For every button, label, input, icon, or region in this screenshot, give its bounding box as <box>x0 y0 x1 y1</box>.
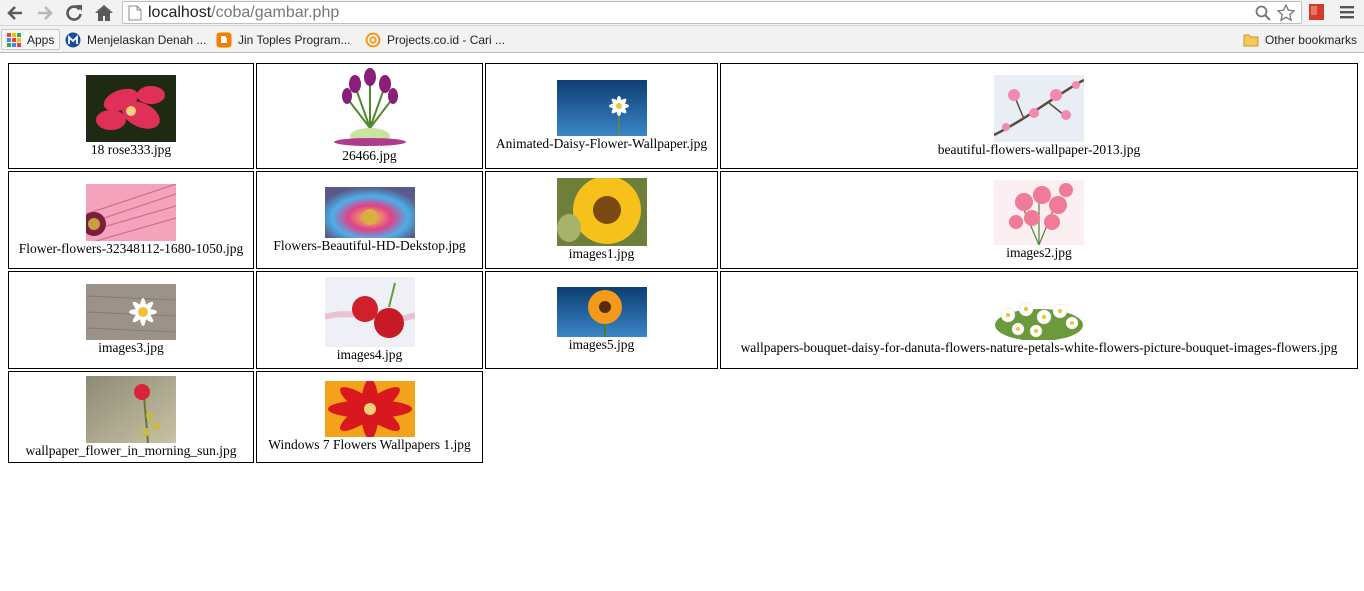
image-thumbnail <box>556 178 647 246</box>
gallery-cell: Windows 7 Flowers Wallpapers 1.jpg <box>256 371 483 463</box>
gallery-cell: wallpaper_flower_in_morning_sun.jpg <box>8 371 254 463</box>
image-filename: 26466.jpg <box>342 148 397 163</box>
gallery-cell: images2.jpg <box>720 171 1358 269</box>
gallery-cell: beautiful-flowers-wallpaper-2013.jpg <box>720 63 1358 169</box>
bookmark-label: Menjelaskan Denah ... <box>87 32 207 47</box>
table-row: 18 rose333.jpg 26466.jpg Animated-Daisy-… <box>8 63 1358 169</box>
image-thumbnail <box>556 287 647 337</box>
image-filename: images5.jpg <box>568 337 635 352</box>
home-icon[interactable] <box>93 2 115 24</box>
image-filename: Flowers-Beautiful-HD-Dekstop.jpg <box>273 237 466 253</box>
bookmark-star-icon[interactable] <box>1277 4 1295 22</box>
gallery-cell: images5.jpg <box>485 271 718 369</box>
image-gallery-table: 18 rose333.jpg 26466.jpg Animated-Daisy-… <box>6 61 1360 465</box>
image-thumbnail <box>86 183 176 241</box>
image-filename: Windows 7 Flowers Wallpapers 1.jpg <box>268 437 471 452</box>
image-filename: wallpaper_flower_in_morning_sun.jpg <box>25 442 237 458</box>
reload-icon[interactable] <box>63 2 85 24</box>
url-path: /coba/gambar.php <box>211 4 340 21</box>
image-filename: images4.jpg <box>336 347 403 362</box>
bookmark-label: Jin Toples Program... <box>238 32 351 47</box>
image-thumbnail <box>324 381 415 437</box>
bookmark-label: Projects.co.id - Cari ... <box>387 32 506 47</box>
browser-toolbar: localhost/coba/gambar.php <box>0 0 1364 26</box>
image-filename: images2.jpg <box>1006 244 1072 260</box>
search-icon[interactable] <box>1255 5 1271 21</box>
table-row: wallpaper_flower_in_morning_sun.jpg Wind… <box>8 371 1358 463</box>
bookmark-other-folder[interactable]: Other bookmarks <box>1243 29 1357 50</box>
back-arrow-icon[interactable] <box>4 2 26 24</box>
image-thumbnail <box>86 375 176 443</box>
image-thumbnail <box>994 284 1084 340</box>
image-thumbnail <box>994 74 1084 142</box>
image-filename: Flower-flowers-32348112-1680-1050.jpg <box>18 240 244 256</box>
image-thumbnail <box>324 277 415 347</box>
image-filename: images1.jpg <box>568 246 635 261</box>
forward-arrow-icon[interactable] <box>34 2 56 24</box>
apps-grid-icon <box>7 32 21 47</box>
bookmark-projects-co-id[interactable]: Projects.co.id - Cari ... <box>365 29 505 50</box>
blogger-icon <box>216 32 232 47</box>
m-logo-icon <box>65 32 81 47</box>
image-thumbnail <box>556 80 647 136</box>
url-text: localhost/coba/gambar.php <box>148 3 339 23</box>
hamburger-menu-icon[interactable] <box>1339 4 1355 20</box>
gallery-cell: wallpapers-bouquet-daisy-for-danuta-flow… <box>720 271 1358 369</box>
image-thumbnail <box>86 284 176 340</box>
bookmark-label: Other bookmarks <box>1264 32 1357 47</box>
gallery-cell: images4.jpg <box>256 271 483 369</box>
table-row: images3.jpg images4.jpg images5.jpg wall… <box>8 271 1358 369</box>
image-thumbnail <box>994 179 1084 245</box>
gallery-cell: images3.jpg <box>8 271 254 369</box>
address-bar[interactable]: localhost/coba/gambar.php <box>122 1 1302 24</box>
bookmarks-bar: Apps Menjelaskan Denah ... Jin Toples Pr… <box>0 26 1364 53</box>
gallery-cell: Animated-Daisy-Flower-Wallpaper.jpg <box>485 63 718 169</box>
table-row: Flower-flowers-32348112-1680-1050.jpg Fl… <box>8 171 1358 269</box>
gallery-cell: Flower-flowers-32348112-1680-1050.jpg <box>8 171 254 269</box>
image-filename: 18 rose333.jpg <box>90 141 172 157</box>
folder-icon <box>1243 34 1259 46</box>
projects-logo-icon <box>365 32 381 47</box>
extension-icon[interactable] <box>1308 3 1325 21</box>
image-filename: images3.jpg <box>98 340 164 355</box>
image-filename: beautiful-flowers-wallpaper-2013.jpg <box>937 141 1141 157</box>
bookmark-label: Apps <box>27 32 55 47</box>
bookmark-jin-toples[interactable]: Jin Toples Program... <box>216 29 351 50</box>
page-icon <box>128 5 142 21</box>
image-filename: wallpapers-bouquet-daisy-for-danuta-flow… <box>740 339 1338 355</box>
gallery-cell: 18 rose333.jpg <box>8 63 254 169</box>
image-filename: Animated-Daisy-Flower-Wallpaper.jpg <box>495 136 708 151</box>
url-host: localhost <box>148 4 212 21</box>
gallery-cell: images1.jpg <box>485 171 718 269</box>
image-thumbnail <box>326 68 413 148</box>
gallery-cell: Flowers-Beautiful-HD-Dekstop.jpg <box>256 171 483 269</box>
image-thumbnail <box>86 74 176 142</box>
image-thumbnail <box>324 186 415 238</box>
bookmark-apps[interactable]: Apps <box>1 29 61 50</box>
bookmark-menjelaskan-denah[interactable]: Menjelaskan Denah ... <box>65 29 206 50</box>
gallery-cell: 26466.jpg <box>256 63 483 169</box>
